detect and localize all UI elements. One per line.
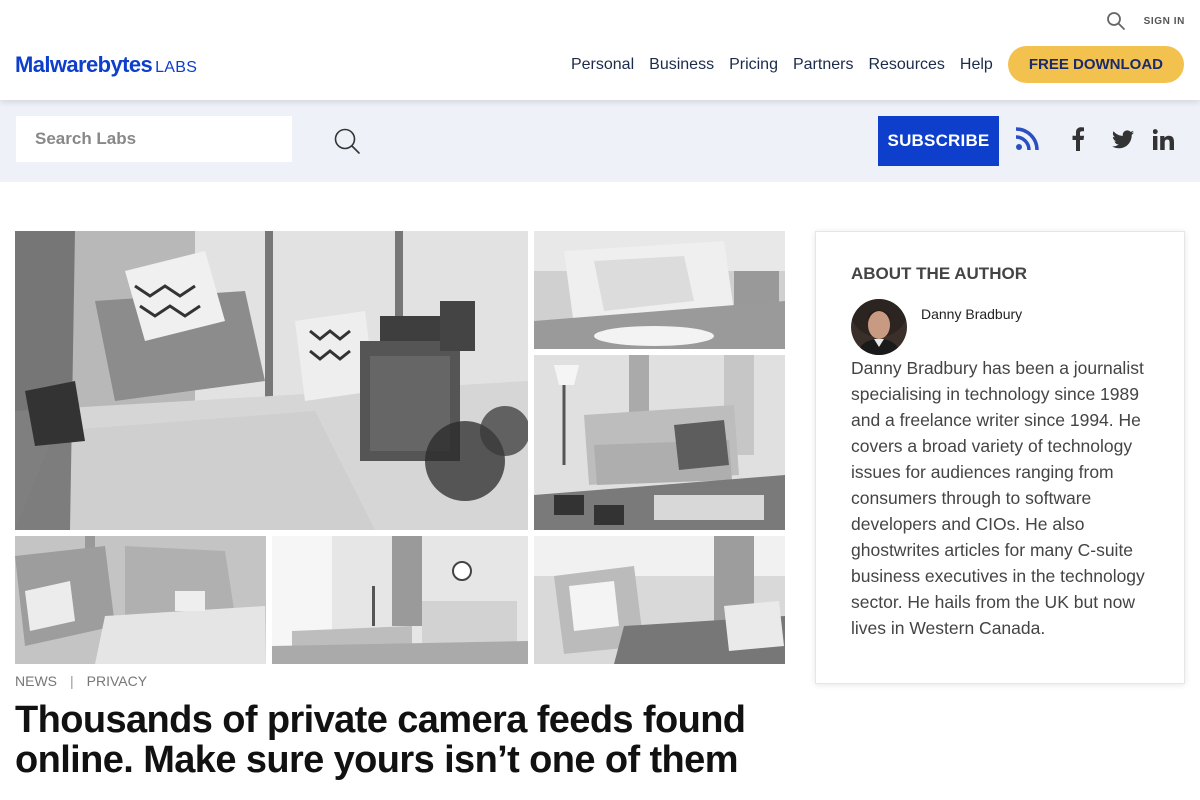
search-icon[interactable]	[1106, 11, 1126, 31]
site-header: SIGN IN Malwarebytes LABS Personal Busin…	[0, 0, 1200, 100]
about-author-card: ABOUT THE AUTHOR Danny Bradbury Danny Br…	[815, 231, 1185, 684]
nav-item-personal[interactable]: Personal	[571, 56, 634, 74]
search-box	[16, 116, 292, 162]
hero-image-collage	[15, 231, 785, 664]
category-news[interactable]: NEWS	[15, 673, 57, 689]
nav-item-pricing[interactable]: Pricing	[729, 56, 778, 74]
article-title: Thousands of private camera feeds found …	[15, 699, 746, 781]
logo-labs: LABS	[155, 59, 198, 76]
grey-sofa-image	[534, 355, 785, 530]
free-download-button[interactable]: FREE DOWNLOAD	[1007, 46, 1184, 83]
nav-item-partners[interactable]: Partners	[793, 56, 853, 74]
logo-wordmark: Malwarebytes	[15, 52, 153, 77]
linkedin-icon[interactable]	[1150, 126, 1176, 152]
avatar[interactable]	[851, 299, 907, 355]
category-separator: |	[70, 673, 74, 689]
sofa-room-image	[534, 231, 785, 349]
nav-item-resources[interactable]: Resources	[868, 56, 944, 74]
twitter-icon[interactable]	[1110, 126, 1136, 152]
living-room-image	[15, 231, 528, 530]
author-card-heading: ABOUT THE AUTHOR	[851, 264, 1027, 283]
subscribe-button[interactable]: SUBSCRIBE	[878, 116, 999, 166]
author-name[interactable]: Danny Bradbury	[921, 306, 1022, 322]
nav-item-help[interactable]: Help	[960, 56, 993, 74]
main-nav: Personal Business Pricing Partners Resou…	[571, 46, 1184, 83]
sign-in-link[interactable]: SIGN IN	[1144, 16, 1185, 27]
search-icon[interactable]	[333, 127, 361, 155]
window-room-image	[534, 536, 785, 664]
facebook-icon[interactable]	[1065, 126, 1091, 152]
author-bio: Danny Bradbury has been a journalist spe…	[851, 358, 1145, 638]
logo[interactable]: Malwarebytes LABS	[15, 52, 197, 78]
utility-bar: SIGN IN	[1106, 10, 1185, 32]
lounge-image	[272, 536, 528, 664]
nav-item-business[interactable]: Business	[649, 56, 714, 74]
rss-icon[interactable]	[1014, 126, 1040, 152]
labs-search-bar: SUBSCRIBE	[0, 100, 1200, 182]
armchair-image	[15, 536, 266, 664]
article-categories: NEWS | PRIVACY	[15, 673, 147, 689]
search-input[interactable]	[35, 129, 275, 149]
category-privacy[interactable]: PRIVACY	[87, 673, 147, 689]
